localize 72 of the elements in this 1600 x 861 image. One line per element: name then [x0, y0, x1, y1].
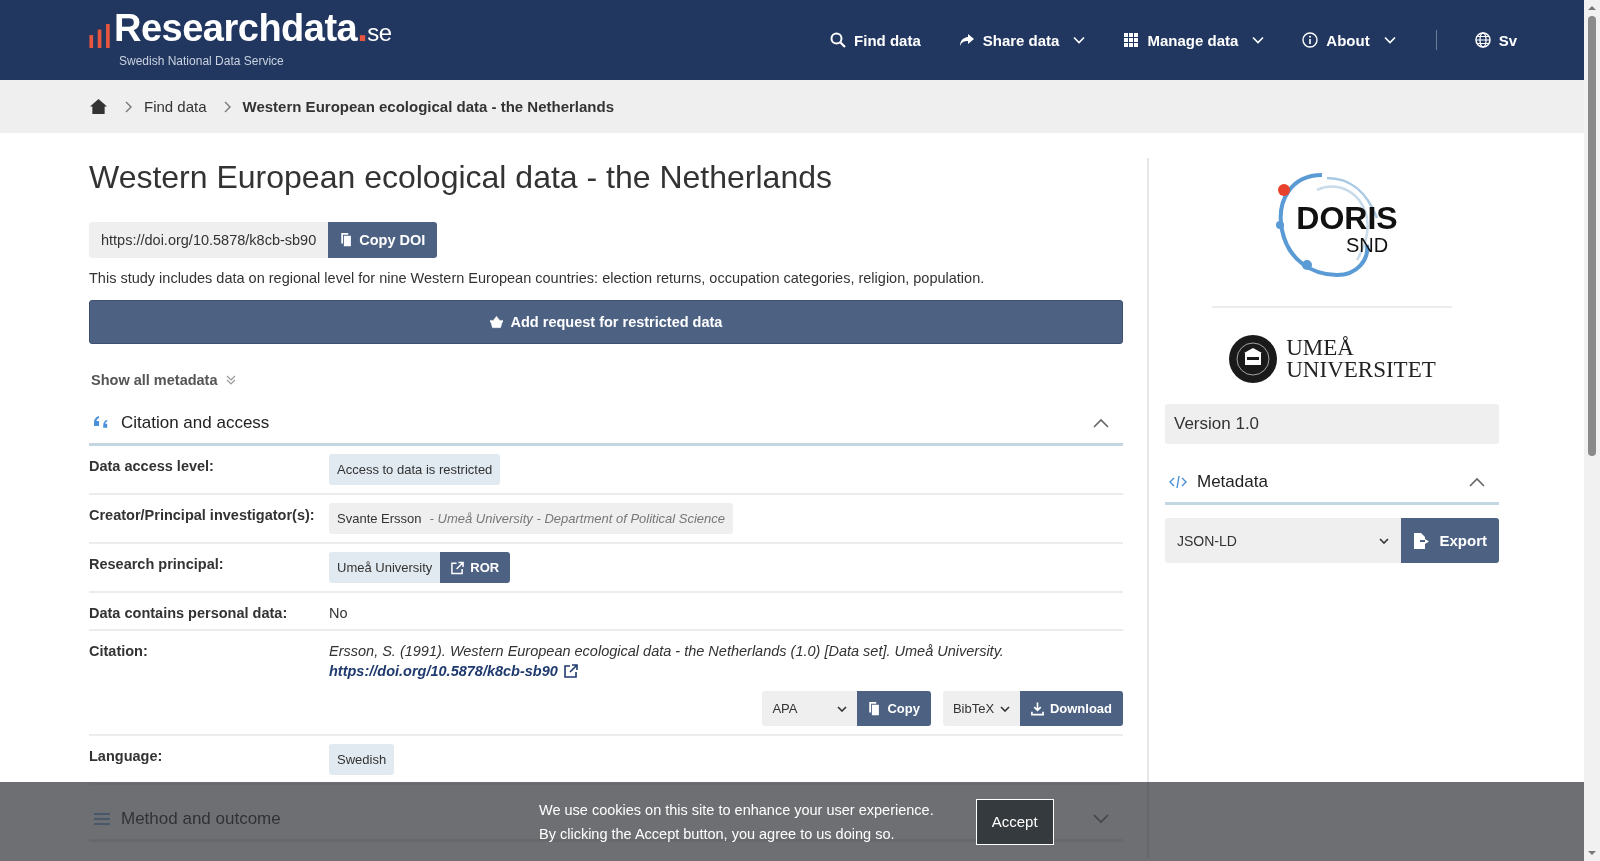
nav-link[interactable]: About [1302, 31, 1396, 49]
version-label: Version 1.0 [1165, 404, 1499, 444]
breadcrumb-current: Western European ecological data - the Netherlands [242, 98, 615, 115]
home-icon[interactable] [89, 98, 108, 115]
chevron-up-icon [1093, 418, 1109, 428]
metadata-header[interactable]: Metadata [1165, 462, 1499, 505]
ror-button[interactable]: ROR [440, 552, 511, 583]
external-link-icon [563, 664, 578, 678]
field-label: Language: [89, 747, 164, 766]
logo-wordmark: Researchdata.se [114, 6, 392, 51]
cookie-message: By clicking the Accept button, you agree to us doing so. [539, 825, 896, 842]
breadcrumb-link[interactable]: Find data [144, 98, 207, 115]
language-link[interactable]: Sv [1474, 31, 1517, 49]
page-title: Western European ecological data - the Netherlands [89, 159, 833, 196]
citation-text: Ersson, S. (1991). Western European ecological data - the Netherlands (1.0) [Data set]. Umeå University. [329, 642, 1005, 659]
doi-link[interactable]: https://doi.org/10.5878/k8cb-sb90 [329, 663, 1123, 679]
chevron-down-icon [999, 705, 1010, 712]
scroll-down-icon[interactable] [1587, 850, 1597, 856]
university-name: UMEÅ UNIVERSITET [1286, 337, 1436, 381]
field-label: Creator/Principal investigator(s): [89, 506, 316, 525]
copy-doi-button[interactable]: Copy DOI [328, 222, 438, 258]
university-seal-icon [1228, 334, 1279, 384]
format-select[interactable]: BibTeX [942, 691, 1020, 726]
request-button[interactable]: Add request for restricted data [89, 300, 1123, 344]
export-button[interactable]: Export [1401, 518, 1499, 563]
nav-link[interactable]: Share data [958, 31, 1086, 49]
file-export-icon [1413, 532, 1432, 549]
scrollbar[interactable] [1584, 0, 1600, 861]
logo-tagline: Swedish National Data Service [119, 53, 285, 68]
share-arrow-icon [958, 32, 975, 48]
value-tag: Access to data is restricted [329, 454, 501, 485]
doi-url: https://doi.org/10.5878/k8cb-sb90 [89, 222, 329, 258]
globe-icon [1474, 32, 1491, 48]
download-button[interactable]: Download [1019, 691, 1123, 726]
nav-link[interactable]: Find data [830, 31, 921, 49]
bar-chart-icon [89, 23, 112, 48]
download-icon [1030, 701, 1044, 716]
citation-style-select[interactable]: APA [762, 691, 858, 726]
external-link-icon [451, 560, 465, 575]
study-description: This study includes data on regional level for nine Western European countries: election returns, occupation categories, religion, population. [89, 270, 986, 286]
code-icon [1169, 474, 1187, 490]
doris-logo: DORIS SND [1165, 170, 1499, 280]
field-label: Data contains personal data: [89, 604, 289, 621]
accept-button[interactable]: Accept [975, 798, 1054, 845]
double-chevron-icon [225, 375, 236, 385]
person-tag: Svante Ersson - Umeå University - Department of Political Science [329, 503, 734, 534]
search-icon [830, 32, 847, 48]
organisation-tag: Umeå University [329, 552, 441, 583]
nav-link[interactable]: Manage data [1123, 31, 1265, 49]
info-icon [1302, 32, 1319, 48]
field-label: Research principal: [89, 555, 225, 574]
chevron-right-icon [222, 100, 231, 113]
field-label: Data access level: [89, 457, 215, 476]
copy-icon [868, 701, 882, 716]
copy-button[interactable]: Copy [857, 691, 931, 726]
cookie-message: We use cookies on this site to enhance your user experience. [539, 801, 934, 818]
basket-icon [489, 315, 503, 329]
value-tag: Swedish [329, 744, 395, 775]
field-label: Citation: [89, 642, 149, 661]
copy-icon [340, 233, 354, 247]
grid-icon [1123, 32, 1140, 48]
chevron-down-icon [837, 705, 848, 712]
field-value: No [329, 604, 348, 621]
site-logo[interactable]: Researchdata.se Swedish National Data Service [89, 6, 392, 68]
scroll-up-icon[interactable] [1587, 5, 1597, 11]
metadata-format-select[interactable]: JSON-LD [1165, 518, 1402, 563]
chevron-down-icon [1379, 537, 1390, 544]
scrollbar-thumb[interactable] [1588, 16, 1596, 456]
show-all-metadata-link[interactable]: Show all metadata [91, 372, 236, 388]
chevron-right-icon [124, 100, 132, 113]
chevron-up-icon [1469, 477, 1485, 487]
section-header[interactable]: Citation and access [89, 403, 1123, 446]
